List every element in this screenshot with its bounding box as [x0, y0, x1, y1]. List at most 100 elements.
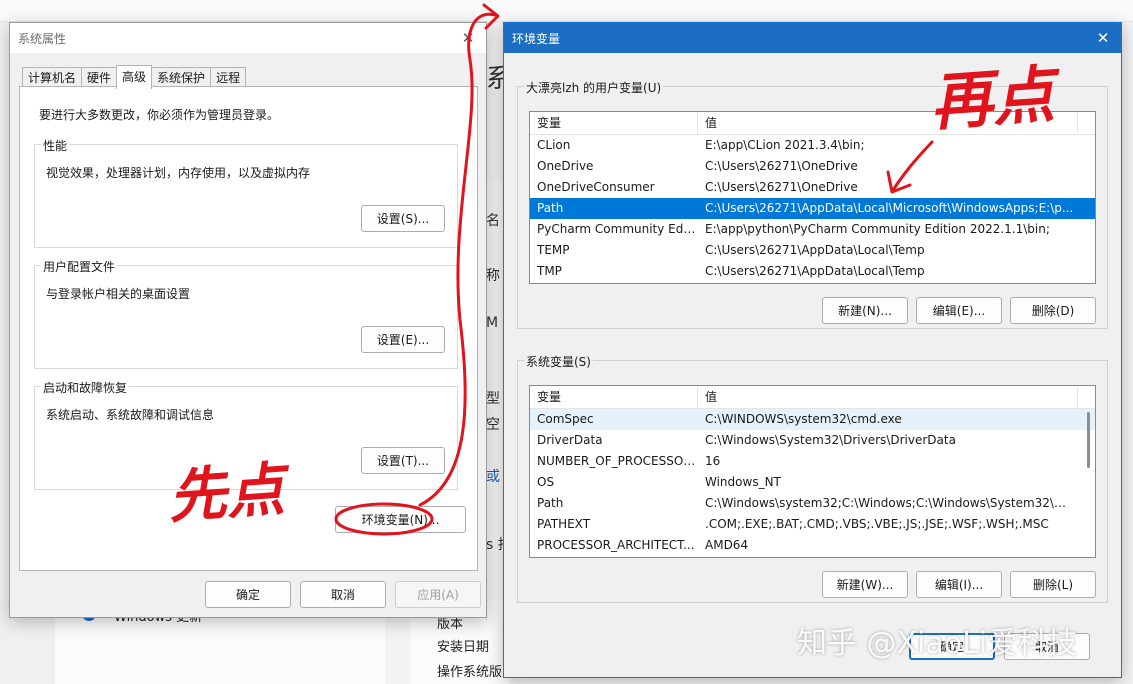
variable-name: TMP — [537, 264, 562, 278]
variable-value: 16 — [705, 454, 721, 468]
performance-settings-button[interactable]: 设置(S)... — [361, 205, 445, 232]
variable-value: AMD64 — [705, 538, 749, 552]
tab-remote[interactable]: 远程 — [210, 67, 247, 88]
list-item[interactable]: OneDriveConsumer C:\Users\26271\OneDrive — [530, 177, 1095, 198]
background-fragment: s 找 — [486, 537, 504, 553]
system-new-button[interactable]: 新建(W)... — [822, 571, 908, 598]
tab-computer-name[interactable]: 计算机名 — [22, 67, 83, 88]
tab-advanced[interactable]: 高级 — [116, 65, 153, 89]
variable-value: E:\app\python\PyCharm Community Edition … — [705, 222, 1050, 236]
background-fragment: 空 — [486, 417, 500, 433]
column-header-value[interactable]: 值 — [698, 386, 717, 409]
column-divider[interactable] — [1077, 112, 1078, 135]
list-item[interactable]: Path C:\Windows\system32;C:\Windows;C:\W… — [530, 493, 1095, 514]
variable-name: CLion — [537, 138, 571, 152]
group-description: 视觉效果，处理器计划，内存使用，以及虚拟内存 — [46, 166, 311, 180]
profiles-settings-button[interactable]: 设置(E)... — [361, 326, 445, 353]
variable-value: E:\app\CLion 2021.3.4\bin; — [705, 138, 865, 152]
list-item[interactable]: TEMP C:\Users\26271\AppData\Local\Temp — [530, 240, 1095, 261]
user-profiles-group: 用户配置文件 与登录帐户相关的桌面设置 设置(E)... — [34, 258, 458, 369]
section-label: 大漂亮lzh 的用户变量(U) — [524, 79, 664, 96]
variable-name: PATHEXT — [537, 517, 591, 531]
scroll-thumb[interactable] — [1087, 412, 1090, 468]
list-item[interactable]: NUMBER_OF_PROCESSORS 16 — [530, 451, 1095, 472]
variable-name: PyCharm Community Editi... — [537, 222, 697, 236]
list-header: 变量 值 — [530, 386, 1095, 409]
variable-value: C:\Users\26271\AppData\Local\Temp — [705, 243, 925, 257]
background-fragment: 名 — [486, 213, 500, 229]
background-fragment: 称 — [486, 268, 500, 284]
user-delete-button[interactable]: 删除(D) — [1010, 297, 1096, 324]
variable-name: Path — [537, 201, 564, 215]
list-item[interactable]: PROCESSOR_ARCHITECT... AMD64 — [530, 535, 1095, 556]
variable-value: C:\Users\26271\OneDrive — [705, 159, 858, 173]
section-label: 系统变量(S) — [524, 353, 593, 370]
env-cancel-button[interactable]: 取消 — [1004, 633, 1090, 660]
user-variables-list[interactable]: 变量 值 CLion E:\app\CLion 2021.3.4\bin; On… — [529, 111, 1096, 284]
group-description: 系统启动、系统故障和调试信息 — [46, 408, 215, 422]
system-properties-dialog: 系统属性 ✕ 计算机名 硬件 高级 系统保护 远程 要进行大多数更改，你必须作为… — [9, 22, 487, 618]
scrollbar[interactable] — [1081, 409, 1095, 557]
tab-bar: 计算机名 硬件 高级 系统保护 远程 — [22, 65, 247, 89]
ok-button[interactable]: 确定 — [205, 581, 291, 608]
windows-update-panel — [55, 610, 385, 684]
list-item-selected-path[interactable]: Path C:\Users\26271\AppData\Local\Micros… — [530, 198, 1095, 219]
environment-variables-button[interactable]: 环境变量(N)... — [335, 506, 466, 533]
list-item[interactable]: CLion E:\app\CLion 2021.3.4\bin; — [530, 135, 1095, 156]
user-new-button[interactable]: 新建(N)... — [822, 297, 908, 324]
system-edit-button[interactable]: 编辑(I)... — [916, 571, 1002, 598]
user-edit-button[interactable]: 编辑(E)... — [916, 297, 1002, 324]
tab-hardware[interactable]: 硬件 — [81, 67, 118, 88]
list-item[interactable]: TMP C:\Users\26271\AppData\Local\Temp — [530, 261, 1095, 282]
tab-system-protection[interactable]: 系统保护 — [151, 67, 212, 88]
group-label: 启动和故障恢复 — [41, 379, 130, 396]
background-link-fragment[interactable]: 或 — [486, 466, 504, 486]
variable-name: TEMP — [537, 243, 570, 257]
column-header-variable[interactable]: 变量 — [530, 112, 561, 135]
startup-recovery-group: 启动和故障恢复 系统启动、系统故障和调试信息 设置(T)... — [34, 379, 458, 490]
variable-name: ComSpec — [537, 412, 594, 426]
dialog-title: 环境变量 — [512, 31, 561, 46]
variable-name: Path — [537, 496, 564, 510]
apply-button[interactable]: 应用(A) — [395, 581, 481, 608]
list-item[interactable]: OS Windows_NT — [530, 472, 1095, 493]
variable-name: OneDrive — [537, 159, 594, 173]
variable-value: Windows_NT — [705, 475, 781, 489]
environment-variables-title-bar[interactable]: 环境变量 ✕ — [504, 23, 1121, 53]
env-ok-button[interactable]: 确定 — [909, 633, 995, 660]
startup-settings-button[interactable]: 设置(T)... — [361, 447, 445, 474]
list-item[interactable]: PATHEXT .COM;.EXE;.BAT;.CMD;.VBS;.VBE;.J… — [530, 514, 1095, 535]
list-item[interactable]: OneDrive C:\Users\26271\OneDrive — [530, 156, 1095, 177]
group-label: 用户配置文件 — [41, 258, 118, 275]
advanced-tab-panel: 要进行大多数更改，你必须作为管理员登录。 性能 视觉效果，处理器计划，内存使用，… — [19, 86, 478, 571]
variable-value: .COM;.EXE;.BAT;.CMD;.VBS;.VBE;.JS;.JSE;.… — [705, 517, 1049, 531]
variable-name: OneDriveConsumer — [537, 180, 655, 194]
close-icon[interactable]: ✕ — [450, 23, 486, 53]
column-header-value[interactable]: 值 — [698, 112, 717, 135]
system-variables-list[interactable]: 变量 值 ComSpec C:\WINDOWS\system32\cmd.exe… — [529, 385, 1096, 558]
install-date-label: 安装日期 — [437, 640, 490, 655]
performance-group: 性能 视觉效果，处理器计划，内存使用，以及虚拟内存 设置(S)... — [34, 137, 458, 248]
variable-name: PROCESSOR_ARCHITECT... — [537, 538, 695, 552]
list-item[interactable]: DriverData C:\Windows\System32\Drivers\D… — [530, 430, 1095, 451]
cancel-button[interactable]: 取消 — [300, 581, 386, 608]
variable-value: C:\Users\26271\AppData\Local\Temp — [705, 264, 925, 278]
list-header: 变量 值 — [530, 112, 1095, 135]
group-label: 性能 — [41, 137, 70, 154]
admin-notice: 要进行大多数更改，你必须作为管理员登录。 — [39, 108, 280, 122]
variable-value: C:\WINDOWS\system32\cmd.exe — [705, 412, 902, 426]
environment-variables-dialog: 环境变量 ✕ 大漂亮lzh 的用户变量(U) 变量 值 CLion E:\app… — [503, 22, 1122, 678]
variable-value: C:\Windows\System32\Drivers\DriverData — [705, 433, 956, 447]
variable-name: OS — [537, 475, 555, 489]
list-item[interactable]: ComSpec C:\WINDOWS\system32\cmd.exe — [530, 409, 1095, 430]
system-delete-button[interactable]: 删除(L) — [1010, 571, 1096, 598]
system-properties-title-bar[interactable]: 系统属性 ✕ — [10, 23, 486, 53]
system-variables-section: 系统变量(S) 变量 值 ComSpec C:\WINDOWS\system32… — [517, 353, 1108, 603]
user-variables-section: 大漂亮lzh 的用户变量(U) 变量 值 CLion E:\app\CLion … — [517, 79, 1108, 329]
column-header-variable[interactable]: 变量 — [530, 386, 561, 409]
variable-value: C:\Windows\system32;C:\Windows;C:\Window… — [705, 496, 1077, 510]
list-item[interactable]: PyCharm Community Editi... E:\app\python… — [530, 219, 1095, 240]
close-icon[interactable]: ✕ — [1085, 23, 1121, 53]
column-divider[interactable] — [1077, 386, 1078, 409]
background-fragment: M — [486, 315, 499, 331]
